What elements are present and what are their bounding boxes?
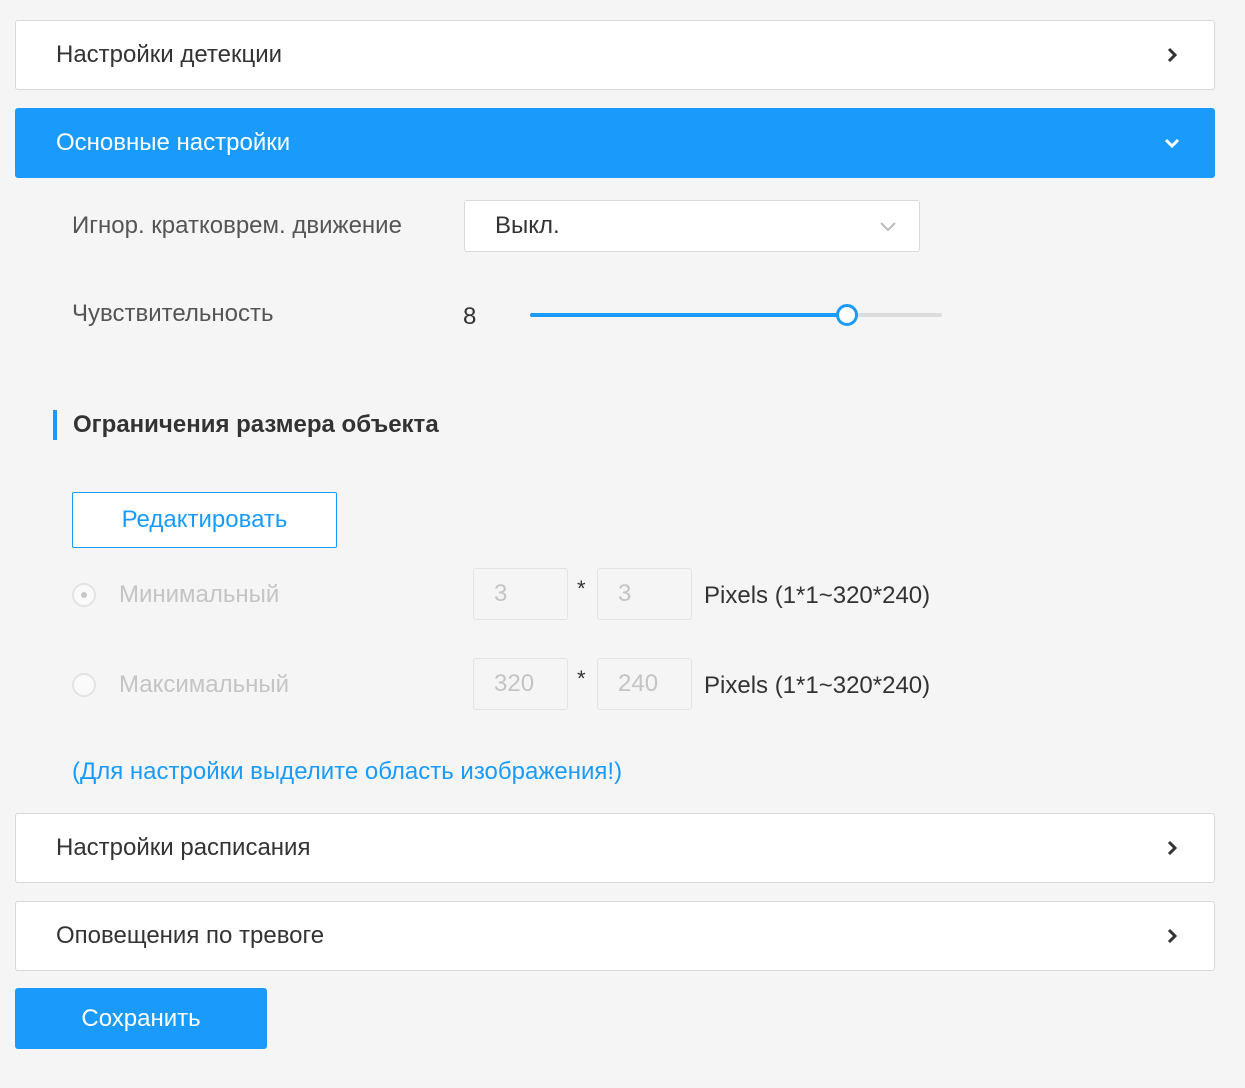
sensitivity-value: 8 bbox=[463, 303, 477, 330]
chevron-down-icon bbox=[1164, 135, 1180, 151]
chevron-right-icon bbox=[1164, 840, 1180, 856]
chevron-down-icon bbox=[879, 212, 897, 240]
max-size-label: Максимальный bbox=[119, 671, 290, 698]
slider-handle[interactable] bbox=[836, 304, 859, 326]
max-size-row: Максимальный 320 * 240 Pixels (1*1~320*2… bbox=[72, 658, 972, 710]
min-width-input[interactable]: 3 bbox=[473, 568, 568, 620]
save-button[interactable]: Сохранить bbox=[15, 988, 267, 1049]
ignore-motion-label: Игнор. кратковрем. движение bbox=[72, 212, 402, 239]
edit-button[interactable]: Редактировать bbox=[72, 492, 337, 548]
panel-basic-title: Основные настройки bbox=[56, 129, 291, 156]
max-size-range: Pixels (1*1~320*240) bbox=[704, 672, 931, 699]
min-size-separator: * bbox=[577, 576, 586, 601]
section-accent-bar bbox=[53, 410, 57, 440]
chevron-right-icon bbox=[1164, 928, 1180, 944]
min-size-radio[interactable] bbox=[72, 583, 96, 607]
max-size-radio[interactable] bbox=[72, 673, 96, 697]
panel-alarm-title: Оповещения по тревоге bbox=[56, 922, 325, 949]
max-width-input[interactable]: 320 bbox=[473, 658, 568, 710]
panel-schedule-title: Настройки расписания bbox=[56, 834, 311, 861]
sensitivity-slider[interactable] bbox=[530, 300, 942, 330]
basic-settings-body: Игнор. кратковрем. движение Выкл. Чувств… bbox=[15, 180, 1215, 810]
panel-basic-settings[interactable]: Основные настройки bbox=[15, 108, 1215, 178]
panel-schedule-settings[interactable]: Настройки расписания bbox=[15, 813, 1215, 883]
selection-hint: (Для настройки выделите область изображе… bbox=[72, 758, 623, 785]
ignore-motion-value: Выкл. bbox=[495, 212, 560, 239]
max-height-input[interactable]: 240 bbox=[597, 658, 692, 710]
min-size-row: Минимальный 3 * 3 Pixels (1*1~320*240) bbox=[72, 568, 972, 620]
min-size-range: Pixels (1*1~320*240) bbox=[704, 582, 931, 609]
chevron-right-icon bbox=[1164, 47, 1180, 63]
sensitivity-label: Чувствительность bbox=[72, 300, 274, 327]
object-size-section-title: Ограничения размера объекта bbox=[53, 410, 439, 440]
panel-alarm-notifications[interactable]: Оповещения по тревоге bbox=[15, 901, 1215, 971]
min-size-label: Минимальный bbox=[119, 581, 280, 608]
slider-track bbox=[530, 313, 848, 317]
object-size-title: Ограничения размера объекта bbox=[73, 411, 439, 438]
panel-detection-settings[interactable]: Настройки детекции bbox=[15, 20, 1215, 90]
panel-detection-title: Настройки детекции bbox=[56, 41, 283, 68]
ignore-motion-select[interactable]: Выкл. bbox=[464, 200, 920, 252]
min-height-input[interactable]: 3 bbox=[597, 568, 692, 620]
max-size-separator: * bbox=[577, 666, 586, 691]
